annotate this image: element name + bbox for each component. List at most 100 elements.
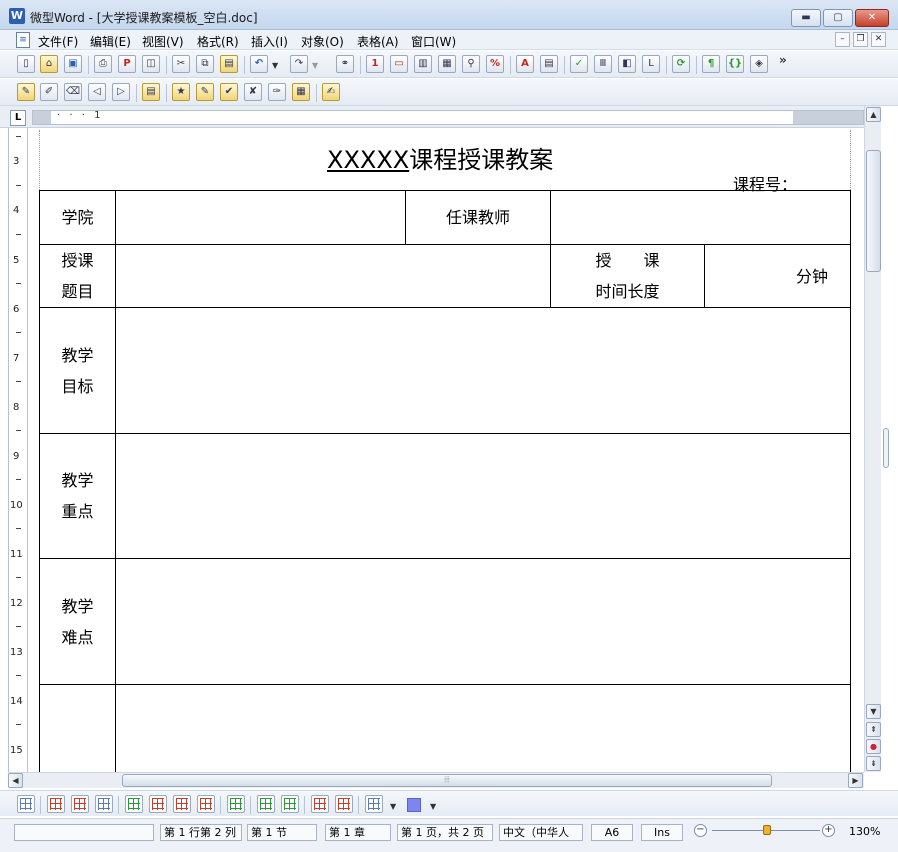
- title-text[interactable]: 课程授课教案: [409, 146, 553, 174]
- delete-cells-icon[interactable]: [149, 795, 167, 813]
- add-row-below-icon[interactable]: [281, 795, 299, 813]
- font-color-icon[interactable]: A: [516, 55, 534, 73]
- topic-label-cell[interactable]: 授课 题目: [39, 244, 116, 308]
- menu-view[interactable]: 视图(V): [142, 33, 184, 50]
- next-row-value-cell[interactable]: [115, 684, 851, 772]
- borders-icon[interactable]: [365, 795, 383, 813]
- insert-rows-icon[interactable]: [47, 795, 65, 813]
- new-document-icon[interactable]: ▯: [17, 55, 35, 73]
- zoom-percent-icon[interactable]: %: [486, 55, 504, 73]
- doc-close-button[interactable]: ✕: [871, 32, 886, 47]
- teacher-value-cell[interactable]: [550, 190, 851, 245]
- document-icon[interactable]: ≡: [16, 32, 30, 48]
- close-button[interactable]: ✕: [855, 9, 889, 27]
- zoom-level[interactable]: 130%: [849, 825, 880, 838]
- previous-change-icon[interactable]: ✑: [268, 83, 286, 101]
- vertical-scroll-thumb[interactable]: [866, 150, 881, 272]
- duration-value-cell[interactable]: 分钟: [704, 244, 851, 308]
- tab-selector[interactable]: L: [10, 110, 26, 126]
- key-points-label-cell[interactable]: 教学 重点: [39, 433, 116, 559]
- maximize-button[interactable]: ▢: [823, 9, 853, 27]
- two-page-icon[interactable]: ▦: [438, 55, 456, 73]
- previous-comment-icon[interactable]: ◁: [88, 83, 106, 101]
- field-codes-icon[interactable]: {}: [726, 55, 744, 73]
- page-title[interactable]: XXXXX课程授课教案: [327, 140, 553, 175]
- college-label-cell[interactable]: 学院: [39, 190, 116, 245]
- find-binoculars-icon[interactable]: ⚭: [336, 55, 354, 73]
- document-page[interactable]: XXXXX课程授课教案 课程号： 学院 任课教师 授课 题目 授 课时间长度 分钟…: [29, 128, 864, 772]
- course-name-placeholder[interactable]: XXXXX: [327, 146, 409, 174]
- insert-table-icon[interactable]: [17, 795, 35, 813]
- single-page-icon[interactable]: ▥: [414, 55, 432, 73]
- word-app-icon[interactable]: W: [9, 8, 25, 24]
- minimize-button[interactable]: ▬: [791, 9, 821, 27]
- spell-check-icon[interactable]: ✓: [570, 55, 588, 73]
- scroll-up-icon[interactable]: ▲: [866, 107, 881, 122]
- print-preview-icon[interactable]: ◫: [142, 55, 160, 73]
- open-folder-icon[interactable]: ⌂: [40, 55, 58, 73]
- page-view-icon[interactable]: 1: [366, 55, 384, 73]
- reject-all-icon[interactable]: ✘: [244, 83, 262, 101]
- borders-dropdown-icon[interactable]: ▼: [390, 802, 396, 811]
- accept-all-icon[interactable]: ✔: [220, 83, 238, 101]
- toolbar-overflow-icon[interactable]: »: [779, 53, 787, 67]
- scroll-down-icon[interactable]: ▼: [866, 704, 881, 719]
- zoom-in-icon[interactable]: +: [822, 824, 835, 837]
- next-page-icon[interactable]: ⇟: [866, 756, 881, 771]
- scroll-left-icon[interactable]: ◀: [8, 773, 23, 788]
- redo-dropdown-icon[interactable]: ▼: [312, 61, 318, 70]
- next-change-icon[interactable]: ▦: [292, 83, 310, 101]
- menu-window[interactable]: 窗口(W): [411, 33, 456, 50]
- menu-insert[interactable]: 插入(I): [251, 33, 288, 50]
- cut-icon[interactable]: ✂: [172, 55, 190, 73]
- frame-icon[interactable]: L: [642, 55, 660, 73]
- key-points-value-cell[interactable]: [115, 433, 851, 559]
- difficulties-value-cell[interactable]: [115, 558, 851, 685]
- redo-icon[interactable]: ↷: [290, 55, 308, 73]
- zoom-slider-knob[interactable]: [763, 825, 771, 835]
- shadow-icon[interactable]: ◧: [618, 55, 636, 73]
- horizontal-scroll-thumb[interactable]: ⦙⦙⦙: [122, 774, 772, 787]
- vertical-ruler[interactable]: 3 4 5 6 7 8 9 10 11 12 13 14 15: [8, 128, 28, 772]
- reject-change-icon[interactable]: ✎: [196, 83, 214, 101]
- zoom-icon[interactable]: ⚲: [462, 55, 480, 73]
- web-view-icon[interactable]: ▭: [390, 55, 408, 73]
- menu-table[interactable]: 表格(A): [357, 33, 399, 50]
- horizontal-scrollbar[interactable]: ◀ ⦙⦙⦙ ▶: [8, 772, 864, 788]
- track-changes-icon[interactable]: ▤: [142, 83, 160, 101]
- objects-icon[interactable]: ◈: [750, 55, 768, 73]
- insert-columns-icon[interactable]: [71, 795, 89, 813]
- insert-comment-icon[interactable]: ✎: [17, 83, 35, 101]
- goals-label-cell[interactable]: 教学 目标: [39, 307, 116, 434]
- sort-icon[interactable]: [227, 795, 245, 813]
- difficulties-label-cell[interactable]: 教学 难点: [39, 558, 116, 685]
- menu-format[interactable]: 格式(R): [197, 33, 239, 50]
- undo-icon[interactable]: ↶: [250, 55, 268, 73]
- columns-icon[interactable]: Ⅲ: [594, 55, 612, 73]
- status-insert-mode[interactable]: Ins: [641, 824, 683, 841]
- menu-edit[interactable]: 编辑(E): [90, 33, 131, 50]
- next-row-label-cell[interactable]: [39, 684, 116, 772]
- shading-dropdown-icon[interactable]: ▼: [430, 802, 436, 811]
- insert-cells-icon[interactable]: [95, 795, 113, 813]
- print-icon[interactable]: ⎙: [94, 55, 112, 73]
- copy-icon[interactable]: ⧉: [196, 55, 214, 73]
- duration-label-cell[interactable]: 授 课时间长度: [550, 244, 705, 308]
- next-comment-icon[interactable]: ▷: [112, 83, 130, 101]
- vertical-scrollbar[interactable]: ▲ ▼ ⇞ ● ⇟: [864, 106, 881, 772]
- previous-page-icon[interactable]: ⇞: [866, 722, 881, 737]
- menu-file[interactable]: 文件(F): [38, 33, 78, 50]
- show-marks-icon[interactable]: ¶: [702, 55, 720, 73]
- edit-comment-icon[interactable]: ✐: [40, 83, 58, 101]
- table-format-icon[interactable]: [197, 795, 215, 813]
- browse-object-icon[interactable]: ●: [866, 739, 881, 754]
- delete-comment-icon[interactable]: ⌫: [64, 83, 82, 101]
- delete-row-icon[interactable]: [311, 795, 329, 813]
- delete-column-icon[interactable]: [335, 795, 353, 813]
- text-box-icon[interactable]: ▤: [540, 55, 558, 73]
- goals-value-cell[interactable]: [115, 307, 851, 434]
- accept-change-icon[interactable]: ★: [172, 83, 190, 101]
- horizontal-ruler[interactable]: · · · 1: [32, 110, 864, 125]
- split-cells-icon[interactable]: [173, 795, 191, 813]
- save-icon[interactable]: ▣: [64, 55, 82, 73]
